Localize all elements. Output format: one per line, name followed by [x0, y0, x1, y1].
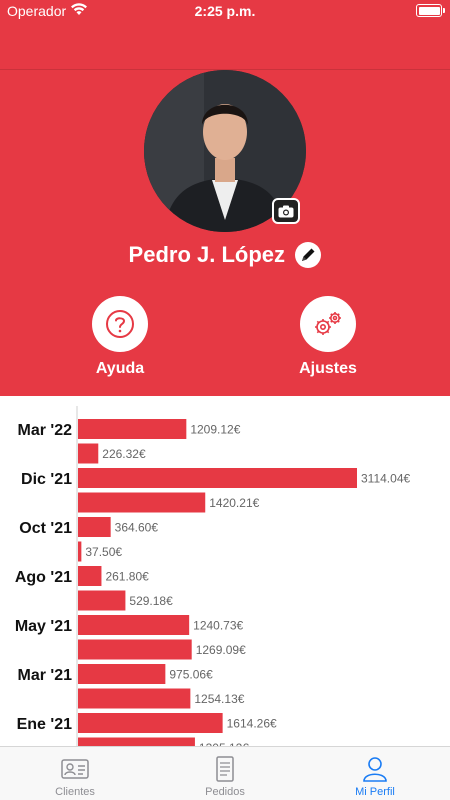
- chart-value-label: 1614.26€: [227, 717, 277, 731]
- chart-value-label: 1240.73€: [193, 619, 243, 633]
- settings-label: Ajustes: [299, 360, 357, 377]
- chart-bar[interactable]: [78, 468, 357, 488]
- chart-value-label: 1269.09€: [196, 643, 246, 657]
- settings-button[interactable]: [300, 296, 356, 352]
- chart-category-label: Ene '21: [17, 716, 72, 733]
- tab-clientes-label: Clientes: [55, 786, 95, 798]
- battery-icon: [416, 4, 445, 17]
- profile-name-row: Pedro J. López: [0, 242, 450, 274]
- settings-action[interactable]: Ajustes: [268, 296, 388, 378]
- change-photo-button[interactable]: [272, 198, 300, 224]
- chart-bar[interactable]: [78, 615, 190, 635]
- chart-value-label: 226.32€: [102, 447, 146, 461]
- pencil-icon: [302, 248, 315, 261]
- chart-bar[interactable]: [78, 541, 82, 562]
- chart-category-label: Oct '21: [19, 520, 72, 537]
- question-icon: [106, 310, 134, 338]
- chart-bar[interactable]: [78, 688, 191, 709]
- chart-value-label: 1420.21€: [209, 496, 259, 510]
- chart-bar[interactable]: [78, 590, 126, 611]
- profile-name: Pedro J. López: [128, 242, 286, 267]
- chart-category-label: Ago '21: [15, 569, 72, 586]
- chart-category-label: Dic '21: [21, 471, 72, 488]
- chart-canvas: 1209.12€ Mar '22 226.32€ 3114.04€ Dic '21 142…: [15, 406, 410, 747]
- chart-bar[interactable]: [78, 517, 111, 537]
- chart-category-label: Mar '21: [18, 667, 73, 684]
- chart-bar[interactable]: [78, 419, 187, 439]
- chart-value-label: 364.60€: [115, 521, 159, 535]
- camera-icon: [278, 205, 294, 217]
- chart-bar[interactable]: [78, 639, 192, 660]
- chart-category-label: May '21: [15, 618, 72, 635]
- chart-bar[interactable]: [78, 443, 99, 464]
- tab-clientes[interactable]: Clientes: [0, 747, 150, 800]
- chart-bar[interactable]: [78, 737, 195, 747]
- chart-value-label: 261.80€: [105, 570, 149, 584]
- chart-value-label: 1209.12€: [190, 423, 240, 437]
- tab-bar: Clientes Pedidos Mi Perfil: [0, 746, 450, 800]
- person-icon: [363, 757, 387, 782]
- gears-icon: [315, 312, 341, 335]
- edit-name-button[interactable]: [295, 242, 322, 268]
- chart-value-label: 37.50€: [85, 545, 122, 559]
- chart-value-label: 3114.04€: [361, 472, 410, 486]
- help-action[interactable]: Ayuda: [60, 296, 180, 378]
- chart-category-label: Mar '22: [18, 422, 73, 439]
- tab-mi-perfil-label: Mi Perfil: [355, 786, 395, 798]
- chart-bar[interactable]: [78, 713, 223, 733]
- sales-bar-chart[interactable]: 1209.12€ Mar '22 226.32€ 3114.04€ Dic '21 142…: [0, 396, 450, 746]
- status-bar: Operador 2:25 p.m.: [0, 0, 450, 22]
- chart-value-label: 1254.13€: [194, 692, 244, 706]
- help-button[interactable]: [92, 296, 148, 352]
- document-list-icon: [216, 756, 234, 782]
- profile-header: Pedro J. López Ayuda Ajustes: [0, 0, 450, 396]
- tab-pedidos[interactable]: Pedidos: [150, 747, 300, 800]
- status-time: 2:25 p.m.: [194, 3, 256, 19]
- chart-value-label: 975.06€: [169, 668, 213, 682]
- id-card-icon: [61, 759, 89, 779]
- tab-mi-perfil[interactable]: Mi Perfil: [300, 747, 450, 800]
- help-label: Ayuda: [95, 360, 145, 377]
- chart-bar[interactable]: [78, 566, 102, 586]
- chart-bar[interactable]: [78, 492, 206, 513]
- chart-value-label: 529.18€: [129, 594, 173, 608]
- chart-bar[interactable]: [78, 664, 166, 684]
- tab-pedidos-label: Pedidos: [205, 786, 245, 798]
